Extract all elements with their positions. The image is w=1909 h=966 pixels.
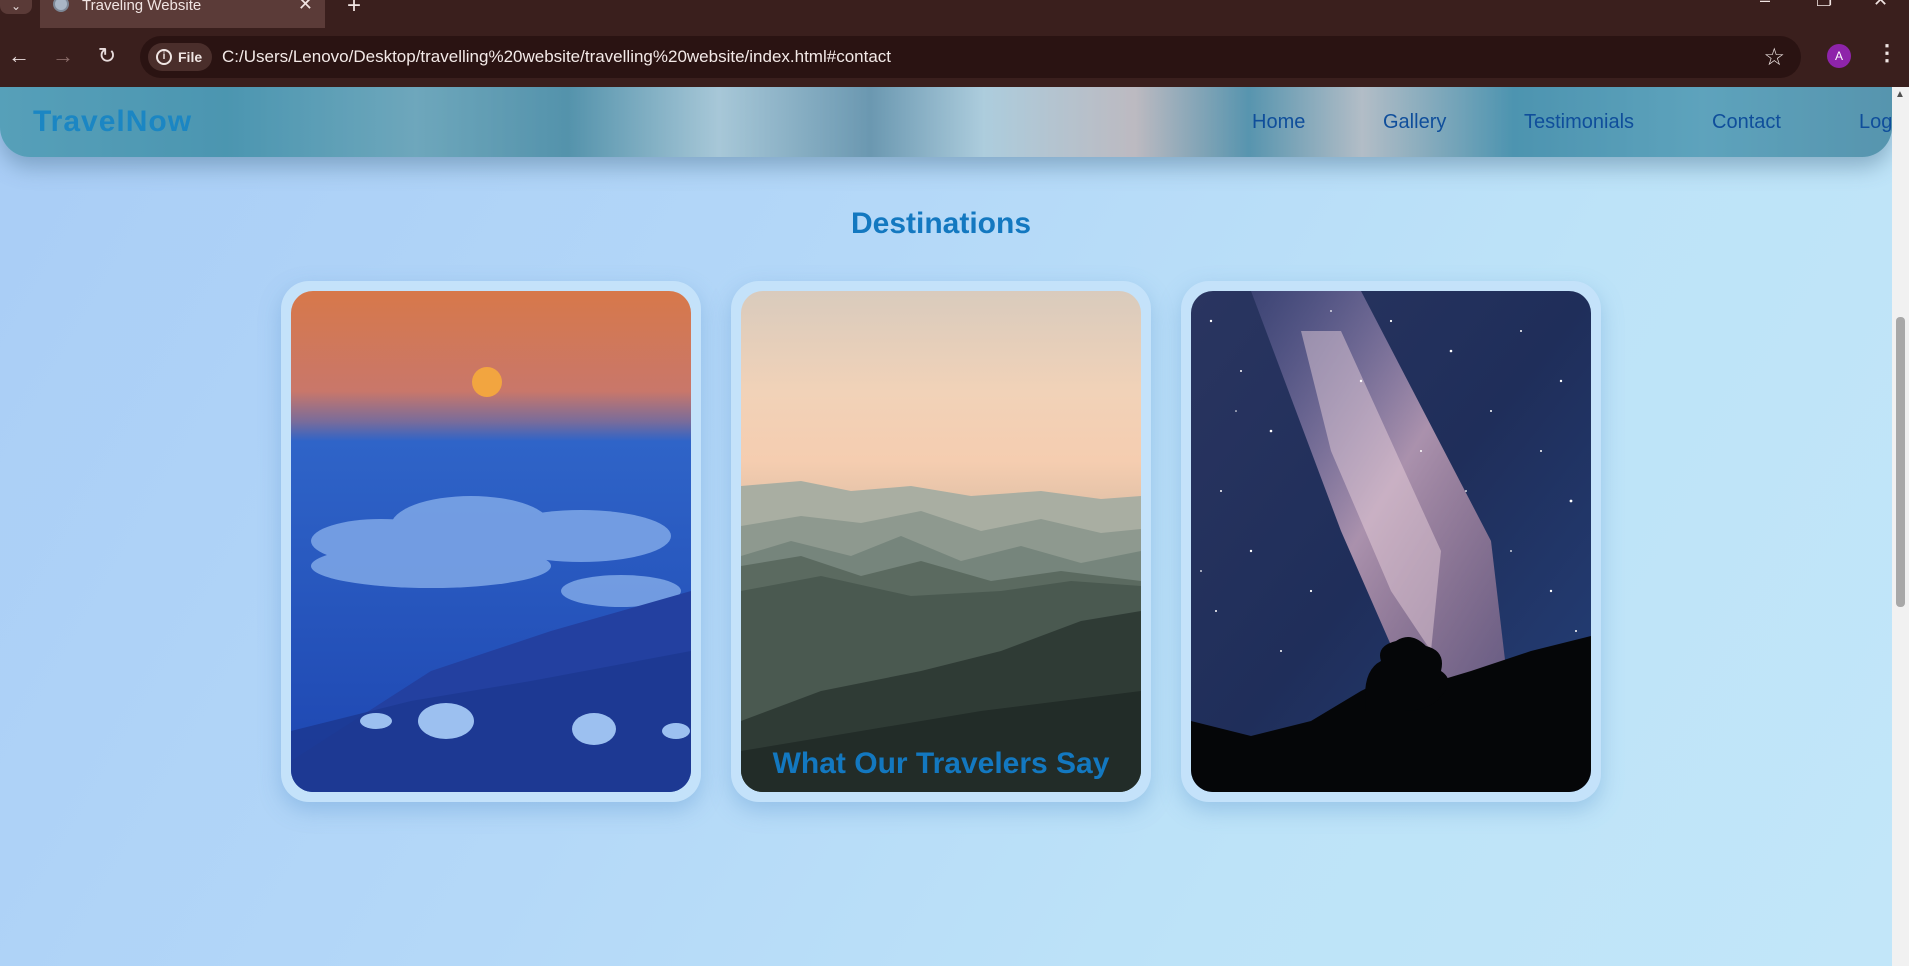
destination-card[interactable] (281, 281, 701, 802)
moon-over-clouds-photo (291, 291, 691, 792)
bookmark-star-icon[interactable]: ☆ (1763, 43, 1785, 72)
site-info-chip[interactable]: i File (148, 43, 212, 71)
brand-logo[interactable]: TravelNow (33, 105, 192, 139)
reload-icon[interactable]: ↻ (93, 43, 121, 69)
globe-icon (53, 0, 69, 12)
site-header: TravelNow Home Gallery Testimonials Cont… (0, 87, 1892, 157)
destination-card[interactable] (731, 281, 1151, 802)
forward-arrow-icon[interactable]: → (49, 43, 77, 69)
scroll-thumb[interactable] (1896, 317, 1905, 607)
tab-list-chevron-icon[interactable]: ⌄ (0, 0, 32, 14)
url-text[interactable]: C:/Users/Lenovo/Desktop/travelling%20web… (222, 47, 891, 67)
new-tab-button[interactable]: + (347, 0, 361, 20)
nav-home[interactable]: Home (1252, 111, 1305, 134)
browser-toolbar: ← → ↻ i File C:/Users/Lenovo/Desktop/tra… (0, 28, 1909, 87)
destinations-title: Destinations (850, 207, 1032, 240)
page-viewport: TravelNow Home Gallery Testimonials Cont… (0, 87, 1892, 966)
tab-close-icon[interactable]: ✕ (298, 0, 313, 15)
nav-gallery[interactable]: Gallery (1383, 111, 1446, 134)
scroll-up-arrow-icon[interactable]: ▲ (1895, 89, 1905, 100)
tab-title: Traveling Website (82, 0, 202, 14)
site-info-label: File (178, 49, 203, 65)
nav-testimonials[interactable]: Testimonials (1524, 111, 1634, 134)
milky-way-night-sky-photo (1191, 291, 1591, 792)
window-close-icon[interactable]: ✕ (1873, 0, 1888, 11)
restore-icon[interactable]: ❐ (1816, 0, 1832, 11)
info-icon: i (156, 49, 172, 65)
nav-login[interactable]: Log (1859, 111, 1892, 134)
more-menu-icon[interactable]: ⋮ (1876, 40, 1898, 66)
back-arrow-icon[interactable]: ← (5, 43, 33, 69)
nav-contact[interactable]: Contact (1712, 111, 1781, 134)
browser-tab-strip: ⌄ Traveling Website ✕ + – ❐ ✕ (0, 0, 1909, 28)
profile-avatar[interactable]: A (1827, 44, 1851, 68)
destination-card[interactable] (1181, 281, 1601, 802)
page-scrollbar[interactable]: ▲ (1892, 87, 1909, 966)
browser-tab[interactable]: Traveling Website ✕ (40, 0, 325, 28)
testimonials-title: What Our Travelers Say (772, 747, 1110, 780)
minimize-icon[interactable]: – (1760, 0, 1770, 11)
misty-mountain-ranges-photo (741, 291, 1141, 792)
address-bar[interactable]: i File C:/Users/Lenovo/Desktop/travellin… (140, 36, 1801, 78)
